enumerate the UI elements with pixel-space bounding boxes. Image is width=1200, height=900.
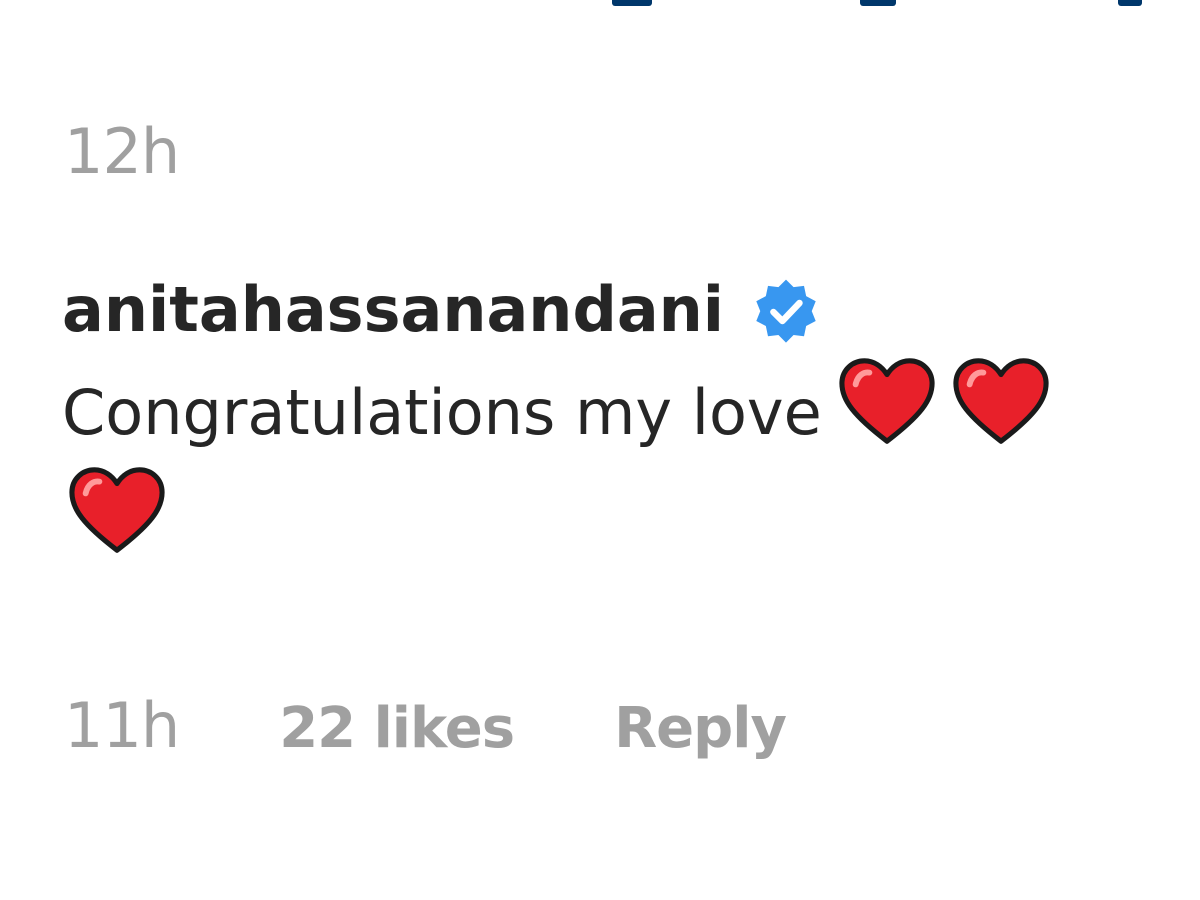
red-heart-icon bbox=[952, 356, 1050, 448]
previous-comment-timestamp[interactable]: 12h bbox=[64, 112, 180, 192]
comment-header: anitahassanandani bbox=[62, 270, 1200, 350]
link-text-fragment bbox=[860, 0, 896, 6]
comment-username[interactable]: anitahassanandani bbox=[62, 270, 724, 350]
reply-button[interactable]: Reply bbox=[614, 689, 787, 769]
red-heart-icon bbox=[838, 356, 936, 448]
comment-text: Congratulations my love bbox=[62, 376, 822, 449]
link-text-fragment bbox=[612, 0, 652, 6]
previous-comment-link-fragment bbox=[0, 0, 1200, 10]
comment-meta: 11h 22 likes Reply bbox=[64, 686, 787, 769]
link-text-fragment bbox=[1118, 0, 1142, 6]
comment-likes-count[interactable]: 22 likes bbox=[279, 689, 515, 769]
comment-timestamp[interactable]: 11h bbox=[64, 686, 180, 766]
verified-badge-icon bbox=[750, 276, 822, 348]
red-heart-icon bbox=[68, 465, 166, 557]
comment-body: Congratulations my love bbox=[62, 356, 1200, 574]
comment: anitahassanandani Congratulations my lov… bbox=[62, 270, 1200, 574]
